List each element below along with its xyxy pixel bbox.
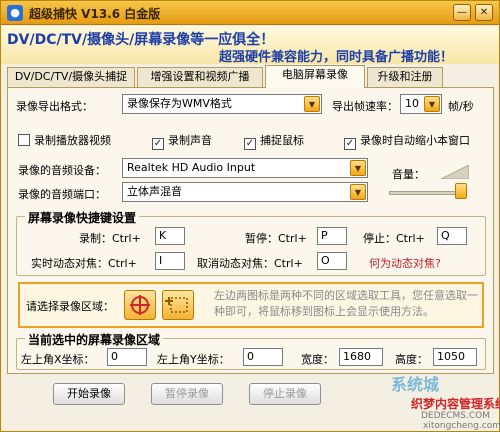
fps-label: 导出帧速率： <box>332 100 398 113</box>
watermark-line3: xitongcheng.com <box>423 421 500 431</box>
stop-hotkey-input[interactable]: Q <box>437 227 467 245</box>
tab-screen-record[interactable]: 电脑屏幕录像 <box>265 65 365 88</box>
stop-record-button[interactable]: 停止录像 <box>249 383 321 405</box>
area-tool-rectangle-button[interactable] <box>162 290 194 320</box>
hotkey-group: 屏幕录像快捷键设置 录制：Ctrl+ K 暂停：Ctrl+ P 停止：Ctrl+… <box>16 209 486 276</box>
checkbox-label: 录像时自动缩小本窗口 <box>360 134 470 147</box>
audio-port-label: 录像的音频端口： <box>18 188 106 201</box>
stop-hotkey-label: 停止：Ctrl+ <box>363 232 425 245</box>
app-logo-icon: ● <box>7 5 23 21</box>
chevron-down-icon: ▼ <box>424 96 440 112</box>
current-area-title: 当前选中的屏幕录像区域 <box>25 331 164 348</box>
checkbox-player-video[interactable]: 录制播放器视频 <box>18 132 111 148</box>
close-button[interactable]: ✕ <box>475 4 493 21</box>
tab-broadcast[interactable]: 增强设置和视频广播 <box>137 67 263 87</box>
start-record-button[interactable]: 开始录像 <box>53 383 125 405</box>
height-input[interactable]: 1050 <box>433 348 477 366</box>
checkbox-box: ✓ <box>244 138 256 150</box>
height-label: 高度： <box>395 353 428 366</box>
pause-hotkey-input[interactable]: P <box>317 227 347 245</box>
chevron-down-icon: ▼ <box>304 96 320 112</box>
fps-unit: 帧/秒 <box>448 100 474 113</box>
crosshair-icon <box>130 295 150 315</box>
focus-hotkey-label: 实时动态对焦：Ctrl+ <box>31 257 137 270</box>
chevron-down-icon: ▼ <box>350 160 366 176</box>
focus-hotkey-input[interactable]: I <box>155 252 185 270</box>
select-rectangle-icon <box>165 297 188 313</box>
area-select-hint: 左边两图标是两种不同的区域选取工具，您任意选取一种即可，将鼠标移到图标上会显示使… <box>214 289 478 318</box>
checkbox-label: 录制播放器视频 <box>34 134 111 147</box>
what-is-focus-link[interactable]: 何为动态对焦? <box>369 255 441 271</box>
area-select-label: 请选择录像区域： <box>26 300 114 313</box>
volume-slider-thumb[interactable] <box>455 183 467 199</box>
watermark-line2: DEDECMS.COM <box>421 411 490 421</box>
checkbox-capture-cursor[interactable]: ✓ 捕捉鼠标 <box>244 132 304 150</box>
audio-device-select[interactable]: Realtek HD Audio Input ▼ <box>122 158 368 178</box>
hotkey-group-title: 屏幕录像快捷键设置 <box>25 209 140 226</box>
cancel-focus-hotkey-label: 取消动态对焦：Ctrl+ <box>197 257 303 270</box>
width-input[interactable]: 1680 <box>339 348 383 366</box>
promo-banner: DV/DC/TV/摄像头/屏幕录像等一应俱全！ 超强硬件兼容能力，同时具备广播功… <box>1 26 499 65</box>
export-format-value: 录像保存为WMV格式 <box>127 97 232 110</box>
width-label: 宽度： <box>301 353 334 366</box>
cancel-focus-hotkey-input[interactable]: O <box>317 252 347 270</box>
x-coord-label: 左上角X坐标： <box>21 353 95 366</box>
tab-upgrade[interactable]: 升级和注册 <box>367 67 443 87</box>
checkbox-box: ✓ <box>344 138 356 150</box>
pause-hotkey-label: 暂停：Ctrl+ <box>245 232 307 245</box>
volume-label: 音量： <box>392 168 425 181</box>
current-area-group: 当前选中的屏幕录像区域 左上角X坐标： 0 左上角Y坐标： 0 宽度： 1680… <box>16 331 486 370</box>
pause-record-button[interactable]: 暂停录像 <box>151 383 223 405</box>
x-coord-input[interactable]: 0 <box>107 348 147 366</box>
record-hotkey-input[interactable]: K <box>155 227 185 245</box>
minimize-button[interactable]: — <box>453 4 471 21</box>
checkbox-auto-minimize[interactable]: ✓ 录像时自动缩小本窗口 <box>344 132 470 150</box>
audio-device-label: 录像的音频设备： <box>18 164 106 177</box>
app-window: ● 超级捕快 V13.6 白金版 — ✕ DV/DC/TV/摄像头/屏幕录像等一… <box>0 0 500 432</box>
checkbox-box <box>18 134 30 146</box>
banner-line-2: 超强硬件兼容能力，同时具备广播功能！ <box>219 50 454 65</box>
audio-device-value: Realtek HD Audio Input <box>127 161 256 174</box>
record-hotkey-label: 录制：Ctrl+ <box>79 232 141 245</box>
screen-record-panel: 录像导出格式： 录像保存为WMV格式 ▼ 导出帧速率： 10 ▼ 帧/秒 录制播… <box>7 87 494 374</box>
checkbox-label: 捕捉鼠标 <box>260 134 304 147</box>
checkbox-label: 录制声音 <box>168 134 212 147</box>
watermark-line1: 织梦内容管理系统 <box>411 397 500 411</box>
watermark-site-name: 系统城 <box>391 375 440 394</box>
fps-value: 10 <box>405 97 419 110</box>
checkbox-record-sound[interactable]: ✓ 录制声音 <box>152 132 212 150</box>
fps-select[interactable]: 10 ▼ <box>400 94 442 114</box>
export-format-label: 录像导出格式： <box>16 100 93 113</box>
audio-port-value: 立体声混音 <box>127 185 182 198</box>
title-bar[interactable]: ● 超级捕快 V13.6 白金版 — ✕ <box>1 1 499 25</box>
tab-capture[interactable]: DV/DC/TV/摄像头捕捉 <box>7 67 135 87</box>
area-select-box: 请选择录像区域： 左边两图标是两种不同的区域选取工具，您任意选取一种即可，将鼠标… <box>18 282 484 328</box>
y-coord-label: 左上角Y坐标： <box>157 353 230 366</box>
window-title: 超级捕快 V13.6 白金版 <box>29 7 161 21</box>
export-format-select[interactable]: 录像保存为WMV格式 ▼ <box>122 94 322 114</box>
checkbox-box: ✓ <box>152 138 164 150</box>
audio-port-select[interactable]: 立体声混音 ▼ <box>122 182 368 202</box>
volume-level-icon <box>441 165 469 179</box>
y-coord-input[interactable]: 0 <box>243 348 283 366</box>
chevron-down-icon: ▼ <box>350 184 366 200</box>
area-tool-crosshair-button[interactable] <box>124 290 156 320</box>
